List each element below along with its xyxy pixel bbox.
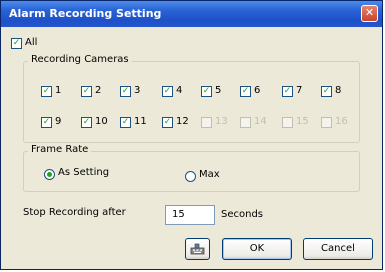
keyboard-button[interactable] xyxy=(185,238,210,260)
max-radio[interactable] xyxy=(185,171,196,182)
camera-3-checkbox[interactable]: ✓ xyxy=(120,86,131,97)
camera-15-checkbox[interactable] xyxy=(282,117,293,128)
camera-13-label: 13 xyxy=(215,116,228,127)
camera-2-checkbox[interactable]: ✓ xyxy=(81,86,92,97)
camera-8-checkbox[interactable]: ✓ xyxy=(321,86,332,97)
close-button[interactable]: ✕ xyxy=(361,5,378,22)
camera-14-label: 14 xyxy=(254,116,267,127)
camera-9-checkbox[interactable]: ✓ xyxy=(41,117,52,128)
camera-13-checkbox[interactable] xyxy=(201,117,212,128)
camera-4-checkbox[interactable]: ✓ xyxy=(162,86,173,97)
camera-16-checkbox[interactable] xyxy=(321,117,332,128)
camera-2-label: 2 xyxy=(95,85,102,96)
cancel-button[interactable]: Cancel xyxy=(303,238,373,260)
as-setting-radio[interactable] xyxy=(44,169,55,180)
camera-14-checkbox[interactable] xyxy=(240,117,251,128)
recording-cameras-group xyxy=(23,61,360,143)
title-bar: Alarm Recording Setting ✕ xyxy=(1,1,382,27)
keyboard-icon xyxy=(190,243,205,255)
all-checkbox[interactable]: ✓ xyxy=(11,38,22,49)
stop-recording-label: Stop Recording after xyxy=(23,207,126,218)
camera-12-checkbox[interactable]: ✓ xyxy=(162,117,173,128)
camera-12-label: 12 xyxy=(176,116,189,127)
alarm-recording-dialog: Alarm Recording Setting ✕ ✓ All Recordin… xyxy=(0,0,383,270)
camera-10-checkbox[interactable]: ✓ xyxy=(81,117,92,128)
camera-5-checkbox[interactable]: ✓ xyxy=(201,86,212,97)
seconds-label: Seconds xyxy=(221,209,264,220)
camera-6-checkbox[interactable]: ✓ xyxy=(240,86,251,97)
ok-button[interactable]: OK xyxy=(222,238,292,260)
camera-1-label: 1 xyxy=(55,85,62,96)
camera-15-label: 15 xyxy=(296,116,309,127)
camera-8-label: 8 xyxy=(335,85,342,96)
camera-7-label: 7 xyxy=(296,85,303,96)
camera-11-checkbox[interactable]: ✓ xyxy=(120,117,131,128)
camera-10-label: 10 xyxy=(95,116,108,127)
as-setting-label: As Setting xyxy=(58,167,110,178)
recording-cameras-title: Recording Cameras xyxy=(28,54,132,65)
camera-1-checkbox[interactable]: ✓ xyxy=(41,86,52,97)
camera-5-label: 5 xyxy=(215,85,222,96)
max-label: Max xyxy=(199,169,220,180)
all-label: All xyxy=(25,37,38,48)
camera-16-label: 16 xyxy=(335,116,348,127)
window-title: Alarm Recording Setting xyxy=(9,7,162,20)
camera-11-label: 11 xyxy=(134,116,147,127)
camera-6-label: 6 xyxy=(254,85,261,96)
camera-7-checkbox[interactable]: ✓ xyxy=(282,86,293,97)
camera-9-label: 9 xyxy=(55,116,62,127)
close-icon: ✕ xyxy=(364,6,375,19)
camera-4-label: 4 xyxy=(176,85,183,96)
camera-3-label: 3 xyxy=(134,85,141,96)
stop-recording-seconds-input[interactable]: 15 xyxy=(165,205,215,225)
frame-rate-title: Frame Rate xyxy=(28,144,92,155)
